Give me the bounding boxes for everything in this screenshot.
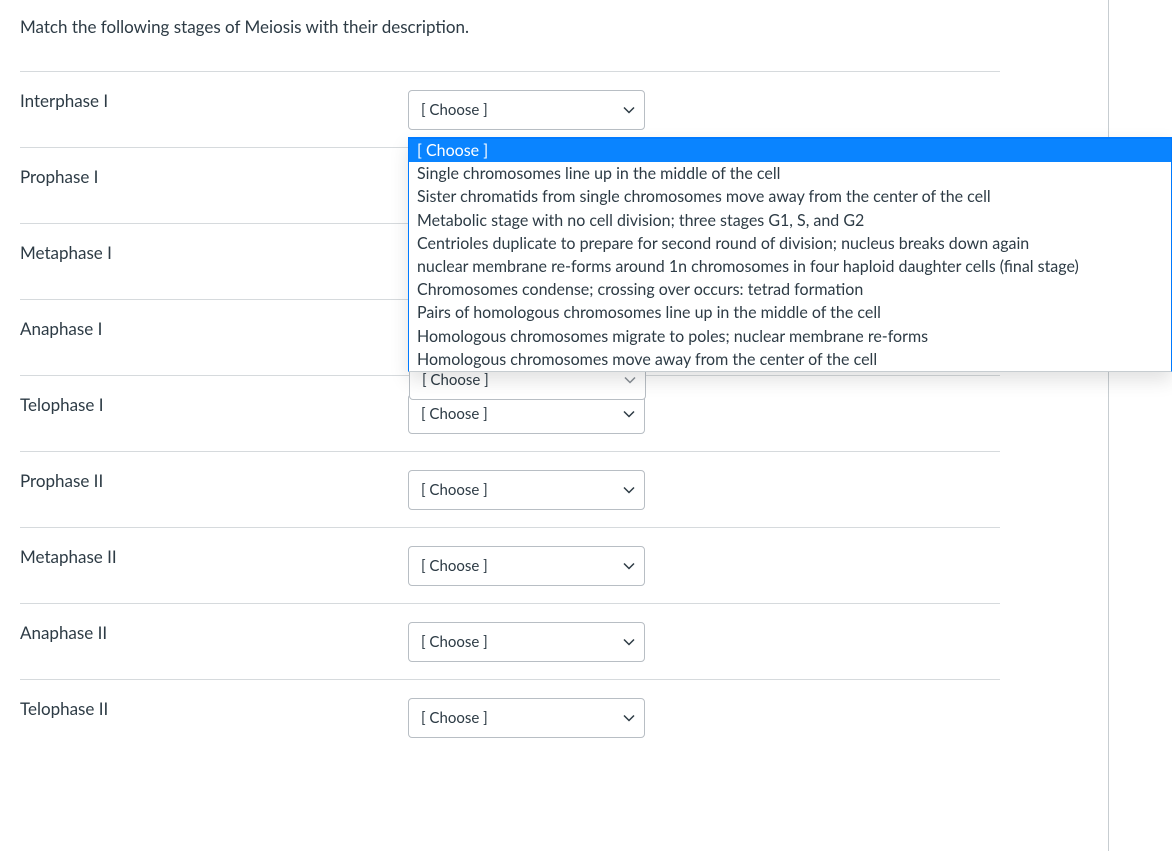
select-value: [ Choose ] [421,481,488,499]
match-label: Prophase II [20,470,408,491]
match-select-interphase-i[interactable]: [ Choose ] [408,90,645,130]
select-value: [ Choose ] [421,557,488,575]
vertical-divider [1108,0,1109,851]
match-label: Telophase I [20,394,408,415]
dropdown-option[interactable]: Metabolic stage with no cell division; t… [409,209,1171,232]
match-label: Telophase II [20,698,408,719]
dropdown-option[interactable]: Homologous chromosomes migrate to poles;… [409,325,1171,348]
match-row-anaphase-ii: Anaphase II [ Choose ] [20,603,1000,679]
chevron-down-icon [623,712,635,724]
chevron-down-icon [623,560,635,572]
match-row-prophase-ii: Prophase II [ Choose ] [20,451,1000,527]
chevron-down-icon [623,484,635,496]
dropdown-option[interactable]: Homologous chromosomes move away from th… [409,348,1171,371]
match-select-metaphase-ii[interactable]: [ Choose ] [408,546,645,586]
chevron-down-icon [624,374,636,386]
match-label: Anaphase II [20,622,408,643]
match-row-interphase-i: Interphase I [ Choose ] [20,71,1000,147]
match-select-anaphase-ii[interactable]: [ Choose ] [408,622,645,662]
dropdown-option[interactable]: nuclear membrane re-forms around 1n chro… [409,255,1171,278]
dropdown-option[interactable]: Centrioles duplicate to prepare for seco… [409,232,1171,255]
dropdown-option[interactable]: Sister chromatids from single chromosome… [409,185,1171,208]
dropdown-panel: [ Choose ] Single chromosomes line up in… [408,137,1172,372]
select-value: [ Choose ] [422,371,489,389]
question-prompt: Match the following stages of Meiosis wi… [20,16,1000,61]
dropdown-option[interactable]: Chromosomes condense; crossing over occu… [409,278,1171,301]
chevron-down-icon [623,408,635,420]
dropdown-option[interactable]: Pairs of homologous chromosomes line up … [409,301,1171,324]
match-select-telophase-i[interactable]: [ Choose ] [408,394,645,434]
match-select-prophase-ii[interactable]: [ Choose ] [408,470,645,510]
select-value: [ Choose ] [421,101,488,119]
match-label: Metaphase I [20,242,408,263]
select-value: [ Choose ] [421,405,488,423]
select-value: [ Choose ] [421,709,488,727]
chevron-down-icon [623,104,635,116]
match-row-metaphase-ii: Metaphase II [ Choose ] [20,527,1000,603]
dropdown-option[interactable]: Single chromosomes line up in the middle… [409,162,1171,185]
match-select-telophase-ii[interactable]: [ Choose ] [408,698,645,738]
match-label: Interphase I [20,90,408,111]
match-label: Prophase I [20,166,408,187]
match-label: Anaphase I [20,318,408,339]
page: Match the following stages of Meiosis wi… [0,0,1172,851]
match-row-telophase-ii: Telophase II [ Choose ] [20,679,1000,755]
chevron-down-icon [623,636,635,648]
dropdown-option-choose[interactable]: [ Choose ] [409,139,1171,162]
match-label: Metaphase II [20,546,408,567]
select-value: [ Choose ] [421,633,488,651]
